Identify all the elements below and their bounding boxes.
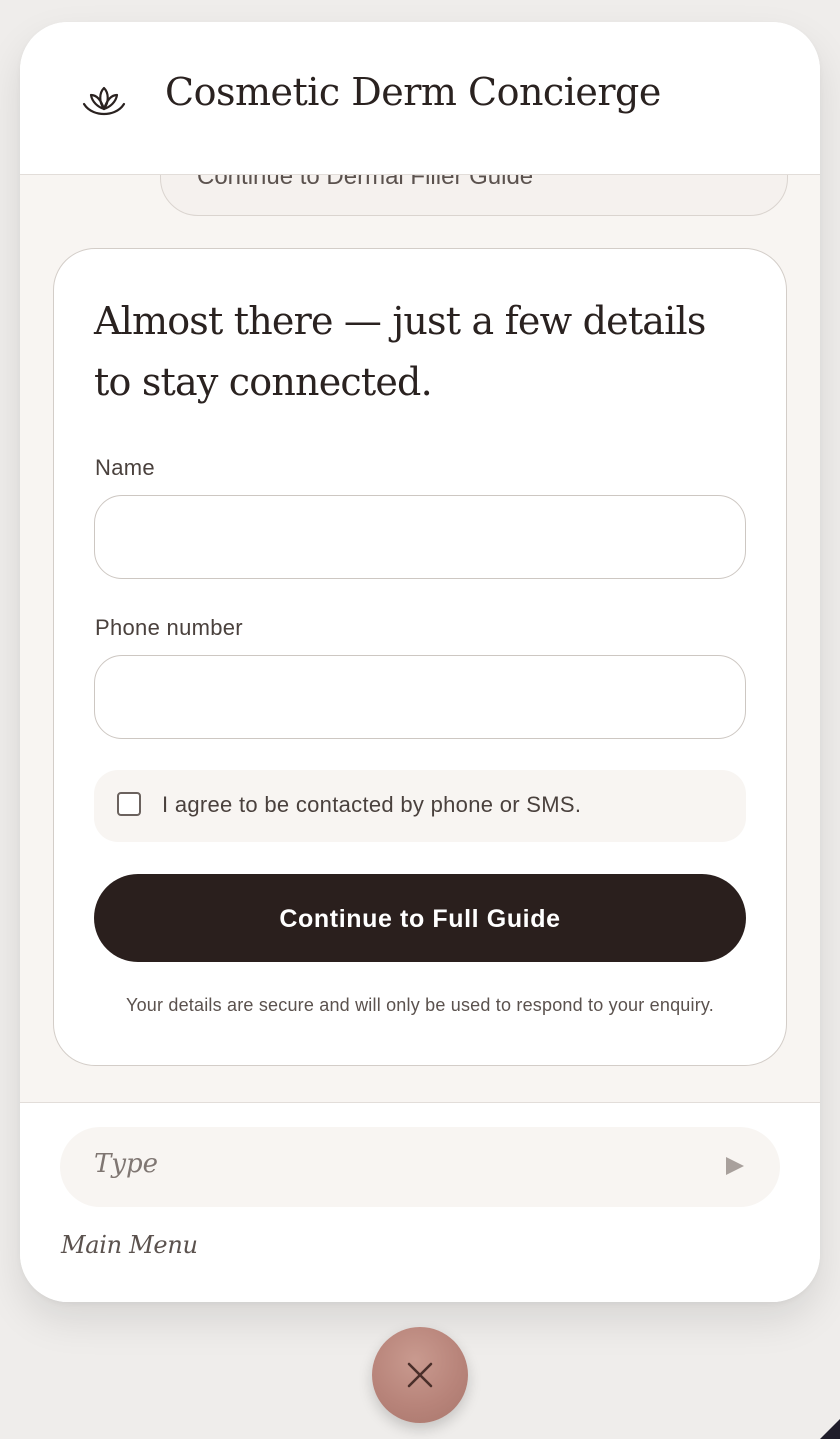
name-label: Name	[95, 455, 155, 480]
consent-checkbox[interactable]	[117, 792, 141, 816]
continue-to-full-guide-button[interactable]: Continue to Full Guide	[94, 874, 746, 962]
close-chat-button[interactable]	[372, 1327, 468, 1423]
phone-input[interactable]	[94, 655, 746, 739]
app-title: Cosmetic Derm Concierge	[165, 70, 661, 114]
send-icon[interactable]	[726, 1157, 744, 1175]
message-input-placeholder: Type	[94, 1149, 159, 1179]
main-menu-link[interactable]: Main Menu	[61, 1231, 198, 1259]
previous-message-bubble: Continue to Dermal Filler Guide	[160, 174, 788, 216]
privacy-note: Your details are secure and will only be…	[126, 995, 714, 1015]
consent-row[interactable]: I agree to be contacted by phone or SMS.	[94, 770, 746, 842]
message-input[interactable]: Type	[60, 1127, 780, 1207]
form-title: Almost there — just a few details to sta…	[94, 299, 706, 404]
chat-messages-area[interactable]: Continue to Dermal Filler Guide Almost t…	[20, 174, 820, 1102]
previous-message-text: Continue to Dermal Filler Guide	[197, 174, 534, 190]
phone-label: Phone number	[95, 615, 243, 640]
name-input[interactable]	[94, 495, 746, 579]
chat-footer: Type Main Menu	[20, 1102, 820, 1302]
close-icon	[407, 1362, 433, 1388]
lead-form-card: Almost there — just a few details to sta…	[53, 248, 787, 1066]
chat-widget: Cosmetic Derm Concierge Continue to Derm…	[20, 22, 820, 1302]
lotus-icon	[82, 86, 126, 116]
chat-header: Cosmetic Derm Concierge	[20, 22, 820, 175]
consent-label[interactable]: I agree to be contacted by phone or SMS.	[162, 792, 581, 818]
page-corner-decoration	[820, 1419, 840, 1439]
